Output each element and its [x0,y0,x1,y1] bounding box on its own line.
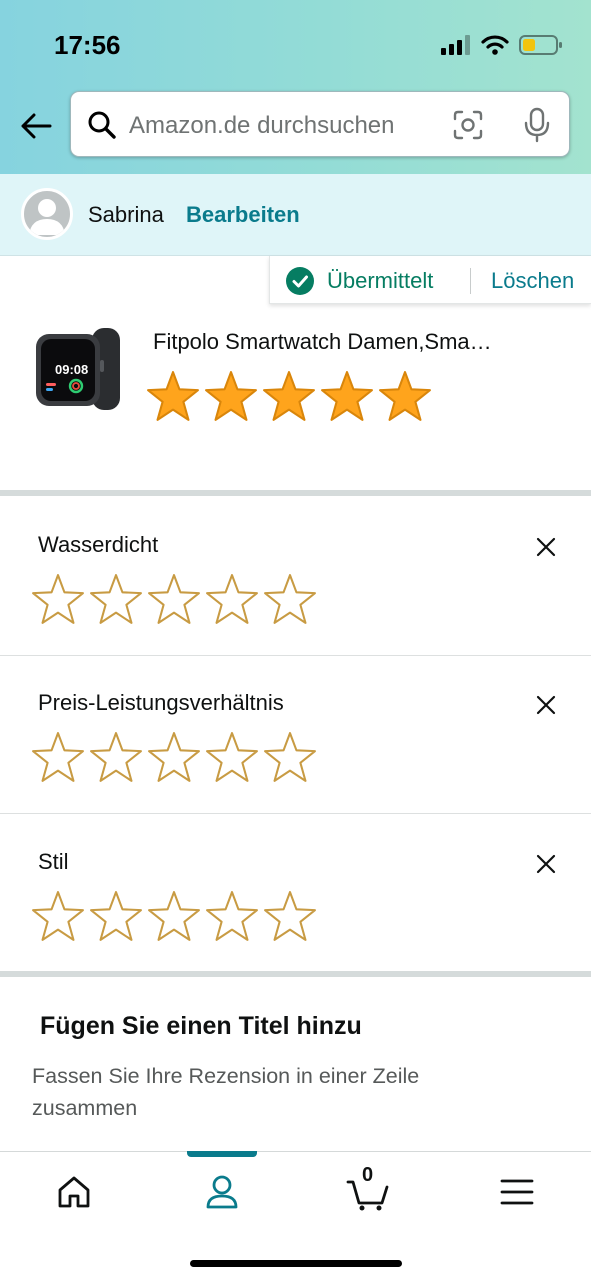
star-filled-icon[interactable] [378,370,432,424]
status-icons [441,34,563,56]
star-outline-icon[interactable] [147,890,201,944]
title-hint[interactable]: Fassen Sie Ihre Rezension in einer Zeile… [32,1060,492,1124]
battery-icon [519,35,562,55]
criterion-label: Preis-Leistungsverhältnis [38,690,284,715]
search-icon [88,111,116,139]
star-outline-icon[interactable] [31,890,85,944]
product-title: Fitpolo Smartwatch Damen,Sma… [153,329,492,354]
review-status-pill: Übermittelt Löschen [269,256,591,304]
back-arrow-icon[interactable] [18,108,54,144]
criterion-label: Stil [38,849,69,874]
star-filled-icon[interactable] [146,370,200,424]
check-circle-icon [286,267,314,295]
close-icon[interactable] [533,534,559,560]
cart-button[interactable]: 0 [346,1164,390,1214]
delete-button[interactable]: Löschen [491,268,574,294]
star-outline-icon[interactable] [147,731,201,785]
star-filled-icon[interactable] [262,370,316,424]
star-outline-icon[interactable] [263,890,317,944]
criterion-stars [31,573,317,627]
avatar [21,188,73,240]
star-filled-icon[interactable] [320,370,374,424]
star-outline-icon[interactable] [205,890,259,944]
star-outline-icon[interactable] [263,573,317,627]
star-outline-icon[interactable] [31,731,85,785]
overall-rating[interactable] [146,370,432,424]
section-divider [0,490,591,496]
active-tab-indicator [187,1151,257,1157]
wifi-icon [481,35,509,55]
user-bar: Sabrina Bearbeiten [0,174,591,256]
camera-scan-icon[interactable] [452,109,484,141]
cellular-signal-icon [441,35,470,55]
star-filled-icon[interactable] [204,370,258,424]
star-outline-icon[interactable] [89,731,143,785]
home-indicator [190,1260,402,1267]
criterion-stars [31,731,317,785]
edit-profile-link[interactable]: Bearbeiten [186,202,300,228]
title-heading: Fügen Sie einen Titel hinzu [40,1012,362,1040]
rating-criterion-row: Wasserdicht [0,498,591,656]
star-outline-icon[interactable] [31,573,85,627]
status-time: 17:56 [54,30,121,60]
rating-criterion-row: Preis-Leistungsverhältnis [0,656,591,814]
user-name: Sabrina [88,202,164,227]
divider [470,268,471,294]
star-outline-icon[interactable] [263,731,317,785]
product-image: 09:08 [36,328,120,410]
close-icon[interactable] [533,692,559,718]
criterion-stars [31,890,317,944]
search-input[interactable]: Amazon.de durchsuchen [129,112,395,140]
close-icon[interactable] [533,851,559,877]
star-outline-icon[interactable] [89,573,143,627]
menu-icon[interactable] [495,1170,539,1214]
watch-time: 09:08 [55,362,88,377]
cart-count: 0 [362,1164,374,1186]
search-bar[interactable]: Amazon.de durchsuchen [70,91,570,157]
profile-icon[interactable] [200,1170,244,1214]
star-outline-icon[interactable] [205,731,259,785]
rating-criterion-row: Stil [0,815,591,973]
home-icon[interactable] [52,1170,96,1214]
section-divider [0,971,591,977]
star-outline-icon[interactable] [205,573,259,627]
star-outline-icon[interactable] [147,573,201,627]
user-avatar-icon [29,199,65,235]
review-status: Übermittelt [327,268,434,293]
microphone-icon[interactable] [522,107,552,143]
criterion-label: Wasserdicht [38,532,159,557]
star-outline-icon[interactable] [89,890,143,944]
header: 17:56 Amazon.de durchsuchen [0,0,591,174]
